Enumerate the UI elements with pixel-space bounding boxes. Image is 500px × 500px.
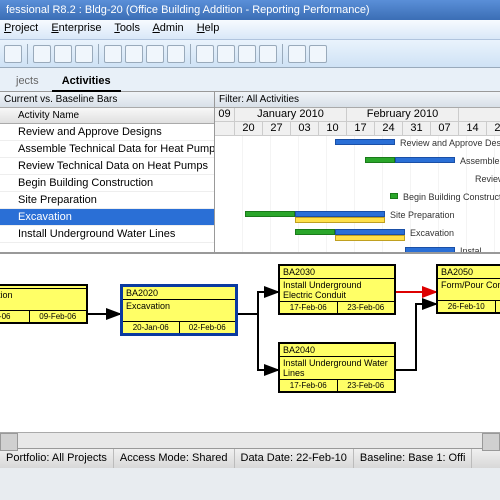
activity-row[interactable]: Review and Approve Designs [0, 124, 214, 141]
status-portfolio: Portfolio: All Projects [0, 449, 114, 468]
gantt-bar-label: Assemble Technical Data [460, 156, 500, 166]
toolbar-separator [98, 44, 99, 64]
node-id: BA2030 [280, 266, 394, 279]
gantt-bar-label: Review T [475, 174, 500, 184]
gantt-bar[interactable] [295, 217, 385, 223]
gantt-bar[interactable] [365, 157, 395, 163]
toolbar-button[interactable] [309, 45, 327, 63]
node-name: Install Underground Water Lines [280, 357, 394, 380]
menu-bar[interactable]: Project Enterprise Tools Admin Help [0, 20, 500, 40]
timescale-months: 09January 2010February 2010 [215, 108, 500, 122]
node-start: 17-Feb-06 [280, 380, 338, 391]
layout-name: Current vs. Baseline Bars [0, 92, 214, 108]
activity-row[interactable]: Install Underground Water Lines [0, 226, 214, 243]
node-start: an-06 [0, 311, 30, 322]
filter-label: Filter: All Activities [215, 92, 500, 108]
gantt-bar[interactable] [390, 193, 398, 199]
activity-row[interactable]: Excavation [0, 209, 214, 226]
toolbar-button[interactable] [167, 45, 185, 63]
gantt-panel[interactable]: Filter: All Activities 09January 2010Feb… [215, 92, 500, 252]
activity-row[interactable]: Review Technical Data on Heat Pumps [0, 158, 214, 175]
toolbar-button[interactable] [125, 45, 143, 63]
toolbar [0, 40, 500, 68]
tab-activities[interactable]: Activities [52, 72, 121, 92]
node-id: BA2040 [280, 344, 394, 357]
gantt-body[interactable]: Review and Approve Designs Assemble Techn… [215, 136, 500, 252]
menu-help[interactable]: Help [197, 22, 220, 34]
menu-project[interactable]: Project [4, 22, 38, 34]
network-node[interactable]: BA2020Excavation20-Jan-0602-Feb-06 [120, 284, 238, 336]
toolbar-separator [282, 44, 283, 64]
gantt-bar-label: Excavation [410, 228, 454, 238]
node-finish: 23-Feb-06 [338, 380, 395, 391]
activity-row[interactable]: Assemble Technical Data for Heat Pump [0, 141, 214, 158]
status-access-mode: Access Mode: Shared [114, 449, 235, 468]
status-baseline: Baseline: Base 1: Offi [354, 449, 473, 468]
gantt-bar-label: Review and Approve Designs [400, 138, 500, 148]
tab-projects[interactable]: jects [6, 72, 49, 90]
network-node[interactable]: BA2050Form/Pour Conc Footings26-Feb-1002… [436, 264, 500, 314]
node-name: Excavation [123, 300, 235, 322]
node-finish: 09-Feb-06 [30, 311, 87, 322]
node-name: Form/Pour Conc Footings [438, 279, 500, 301]
node-finish: 02-Feb-06 [180, 322, 236, 333]
toolbar-button[interactable] [75, 45, 93, 63]
toolbar-separator [27, 44, 28, 64]
toolbar-button[interactable] [288, 45, 306, 63]
column-header-activity-name[interactable]: Activity Name [0, 108, 214, 124]
node-start: 26-Feb-10 [438, 301, 496, 312]
toolbar-button[interactable] [238, 45, 256, 63]
status-data-date: Data Date: 22-Feb-10 [235, 449, 354, 468]
network-node[interactable]: BA2030Install Underground Electric Condu… [278, 264, 396, 315]
toolbar-button[interactable] [104, 45, 122, 63]
menu-enterprise[interactable]: Enterprise [51, 22, 101, 34]
activity-rows: Review and Approve DesignsAssemble Techn… [0, 124, 214, 252]
network-diagram[interactable]: eparationan-0609-Feb-06BA2020Excavation2… [0, 252, 500, 432]
node-start: 20-Jan-06 [123, 322, 180, 333]
node-finish: 02-Feb [496, 301, 500, 312]
toolbar-button[interactable] [54, 45, 72, 63]
toolbar-button[interactable] [33, 45, 51, 63]
network-node[interactable]: eparationan-0609-Feb-06 [0, 284, 88, 324]
gantt-bar[interactable] [295, 229, 335, 235]
toolbar-separator [190, 44, 191, 64]
gantt-bar-label: Begin Building Construction [403, 192, 500, 202]
title-bar: fessional R8.2 : Bldg-20 (Office Buildin… [0, 0, 500, 20]
node-name: eparation [0, 289, 86, 311]
gantt-bar[interactable] [335, 235, 405, 241]
gantt-bar[interactable] [335, 139, 395, 145]
node-id: BA2050 [438, 266, 500, 279]
menu-admin[interactable]: Admin [152, 22, 183, 34]
horizontal-scrollbar[interactable] [0, 432, 500, 448]
tab-strip: jects Activities [0, 68, 500, 92]
node-name: Install Underground Electric Conduit [280, 279, 394, 302]
activity-row[interactable]: Begin Building Construction [0, 175, 214, 192]
toolbar-button[interactable] [196, 45, 214, 63]
timescale-weeks: 2027031017243107142128 [215, 122, 500, 136]
network-arrows [0, 254, 500, 432]
node-start: 17-Feb-06 [280, 302, 338, 313]
gantt-bar[interactable] [395, 157, 455, 163]
toolbar-button[interactable] [217, 45, 235, 63]
network-node[interactable]: BA2040Install Underground Water Lines17-… [278, 342, 396, 393]
menu-tools[interactable]: Tools [114, 22, 140, 34]
activity-row[interactable]: Site Preparation [0, 192, 214, 209]
node-finish: 23-Feb-06 [338, 302, 395, 313]
activity-table: Current vs. Baseline Bars Activity Name … [0, 92, 215, 252]
node-id: BA2020 [123, 287, 235, 300]
gantt-bar-label: Site Preparation [390, 210, 455, 220]
toolbar-button[interactable] [146, 45, 164, 63]
gantt-bar[interactable] [245, 211, 295, 217]
toolbar-button[interactable] [259, 45, 277, 63]
status-bar: Portfolio: All Projects Access Mode: Sha… [0, 448, 500, 468]
split-pane: Current vs. Baseline Bars Activity Name … [0, 92, 500, 252]
toolbar-button[interactable] [4, 45, 22, 63]
